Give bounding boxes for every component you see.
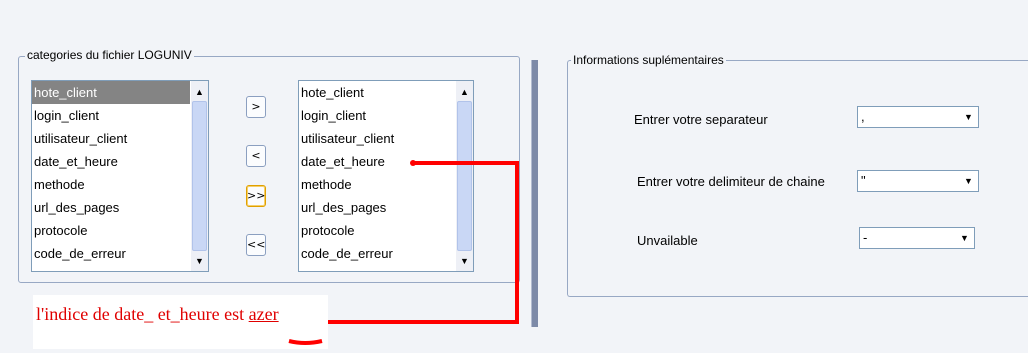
annotation-connector	[288, 160, 519, 345]
